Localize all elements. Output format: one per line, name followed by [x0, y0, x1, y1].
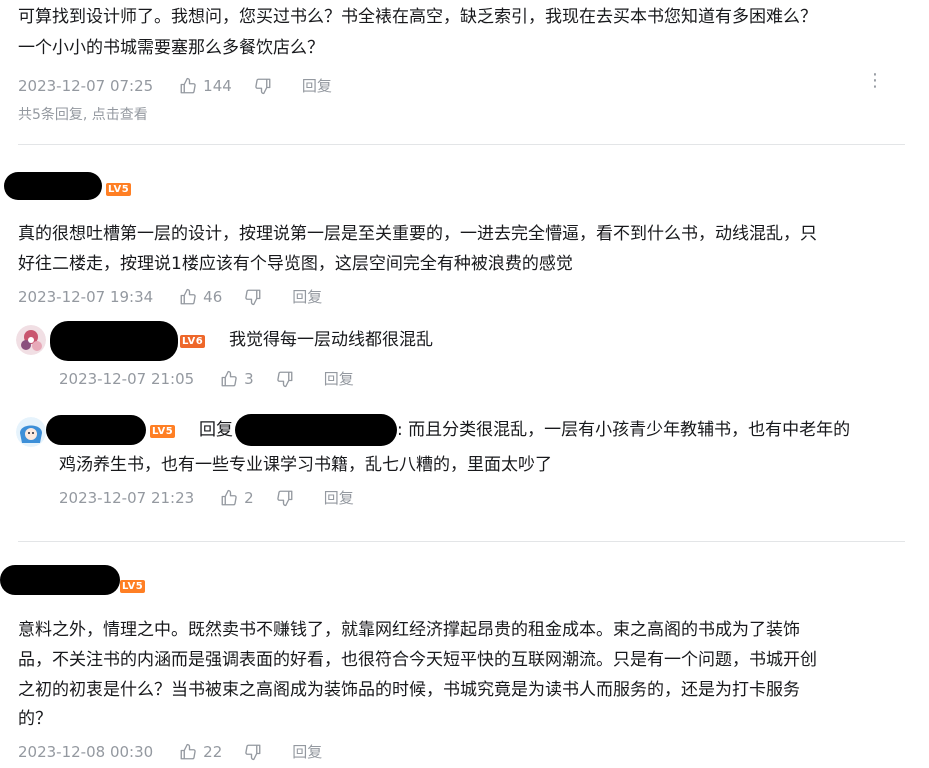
- reply-button[interactable]: 回复: [292, 741, 322, 762]
- comment-text-line: 的？: [18, 709, 52, 729]
- thumbs-down-icon: [254, 77, 272, 95]
- thumbs-up-icon: [220, 489, 238, 507]
- comment-text-line: 品，不关注书的内涵而是强调表面的好看，也很符合今天短平快的互联网潮流。只是有一个…: [18, 650, 817, 670]
- comment-text-line: 意料之外，情理之中。既然卖书不赚钱了，就靠网红经济撑起昂贵的租金成本。束之高阁的…: [18, 620, 800, 640]
- like-button[interactable]: 46: [179, 288, 244, 306]
- reply-time: 2023-12-07 21:05: [59, 369, 195, 388]
- comment-text-line: 真的很想吐槽第一层的设计，按理说第一层是至关重要的，一进去完全懵逼，看不到什么书…: [18, 224, 817, 244]
- comment-time: 2023-12-07 19:34: [18, 287, 154, 306]
- like-button[interactable]: 22: [179, 743, 244, 761]
- redacted-reply-target[interactable]: [235, 414, 397, 446]
- reply-button[interactable]: 回复: [324, 368, 354, 389]
- reply-button[interactable]: 回复: [302, 75, 332, 96]
- like-count: 2: [244, 488, 254, 507]
- like-count: 144: [203, 76, 232, 95]
- view-replies-link[interactable]: 共5条回复, 点击查看: [18, 104, 148, 124]
- like-button[interactable]: 2: [220, 489, 276, 507]
- comment-text-line: 可算找到设计师了。我想问，您买过书么？书全裱在高空，缺乏索引，我现在去买本书您知…: [18, 7, 817, 27]
- redacted-username: [50, 321, 178, 361]
- dislike-button[interactable]: [244, 743, 262, 761]
- level-badge: LV5: [120, 580, 146, 593]
- level-badge: LV5: [150, 425, 176, 438]
- reply-text: 我觉得每一层动线都很混乱: [229, 330, 433, 350]
- reply-text-line: : 而且分类很混乱，一层有小孩青少年教辅书，也有中老年的: [397, 420, 851, 440]
- avatar[interactable]: [16, 325, 46, 355]
- reply-meta: 2023-12-07 21:05 3 回复: [59, 368, 354, 389]
- more-vertical-icon[interactable]: ⋮: [866, 72, 884, 90]
- dislike-button[interactable]: [244, 288, 262, 306]
- thumbs-down-icon: [276, 370, 294, 388]
- comment-meta: 2023-12-07 07:25 144 回复: [18, 75, 332, 96]
- level-badge: LV6: [180, 335, 206, 348]
- redacted-username: [4, 172, 102, 200]
- dislike-button[interactable]: [276, 489, 294, 507]
- like-button[interactable]: 3: [220, 370, 276, 388]
- like-count: 3: [244, 369, 254, 388]
- reply-button[interactable]: 回复: [324, 487, 354, 508]
- comment-text-line: 一个小小的书城需要塞那么多餐饮店么？: [18, 38, 324, 58]
- reply-prefix: 回复: [199, 420, 233, 440]
- divider: [18, 541, 905, 542]
- thumbs-up-icon: [179, 288, 197, 306]
- redacted-username: [0, 565, 120, 595]
- avatar[interactable]: [16, 417, 46, 447]
- reply-time: 2023-12-07 21:23: [59, 488, 195, 507]
- divider: [18, 144, 905, 145]
- thumbs-up-icon: [179, 77, 197, 95]
- like-button[interactable]: 144: [179, 77, 254, 95]
- reply-meta: 2023-12-07 21:23 2 回复: [59, 487, 354, 508]
- reply-text-line: 鸡汤养生书，也有一些专业课学习书籍，乱七八糟的，里面太吵了: [59, 455, 552, 475]
- like-count: 22: [203, 742, 223, 761]
- thumbs-down-icon: [244, 743, 262, 761]
- thumbs-up-icon: [179, 743, 197, 761]
- dislike-button[interactable]: [276, 370, 294, 388]
- like-count: 46: [203, 287, 223, 306]
- comment-time: 2023-12-08 00:30: [18, 742, 154, 761]
- comment-meta: 2023-12-08 00:30 22 回复: [18, 741, 322, 762]
- comment-text-line: 好往二楼走，按理说1楼应该有个导览图，这层空间完全有种被浪费的感觉: [18, 254, 573, 274]
- redacted-username: [46, 415, 146, 445]
- comment-time: 2023-12-07 07:25: [18, 76, 154, 95]
- comment-meta: 2023-12-07 19:34 46 回复: [18, 286, 322, 307]
- comment-text-line: 之初的初衷是什么？当书被束之高阁成为装饰品的时候，书城究竟是为读书人而服务的，还…: [18, 680, 800, 700]
- dislike-button[interactable]: [254, 77, 272, 95]
- thumbs-down-icon: [244, 288, 262, 306]
- thumbs-down-icon: [276, 489, 294, 507]
- thumbs-up-icon: [220, 370, 238, 388]
- reply-button[interactable]: 回复: [292, 286, 322, 307]
- level-badge: LV5: [106, 183, 132, 196]
